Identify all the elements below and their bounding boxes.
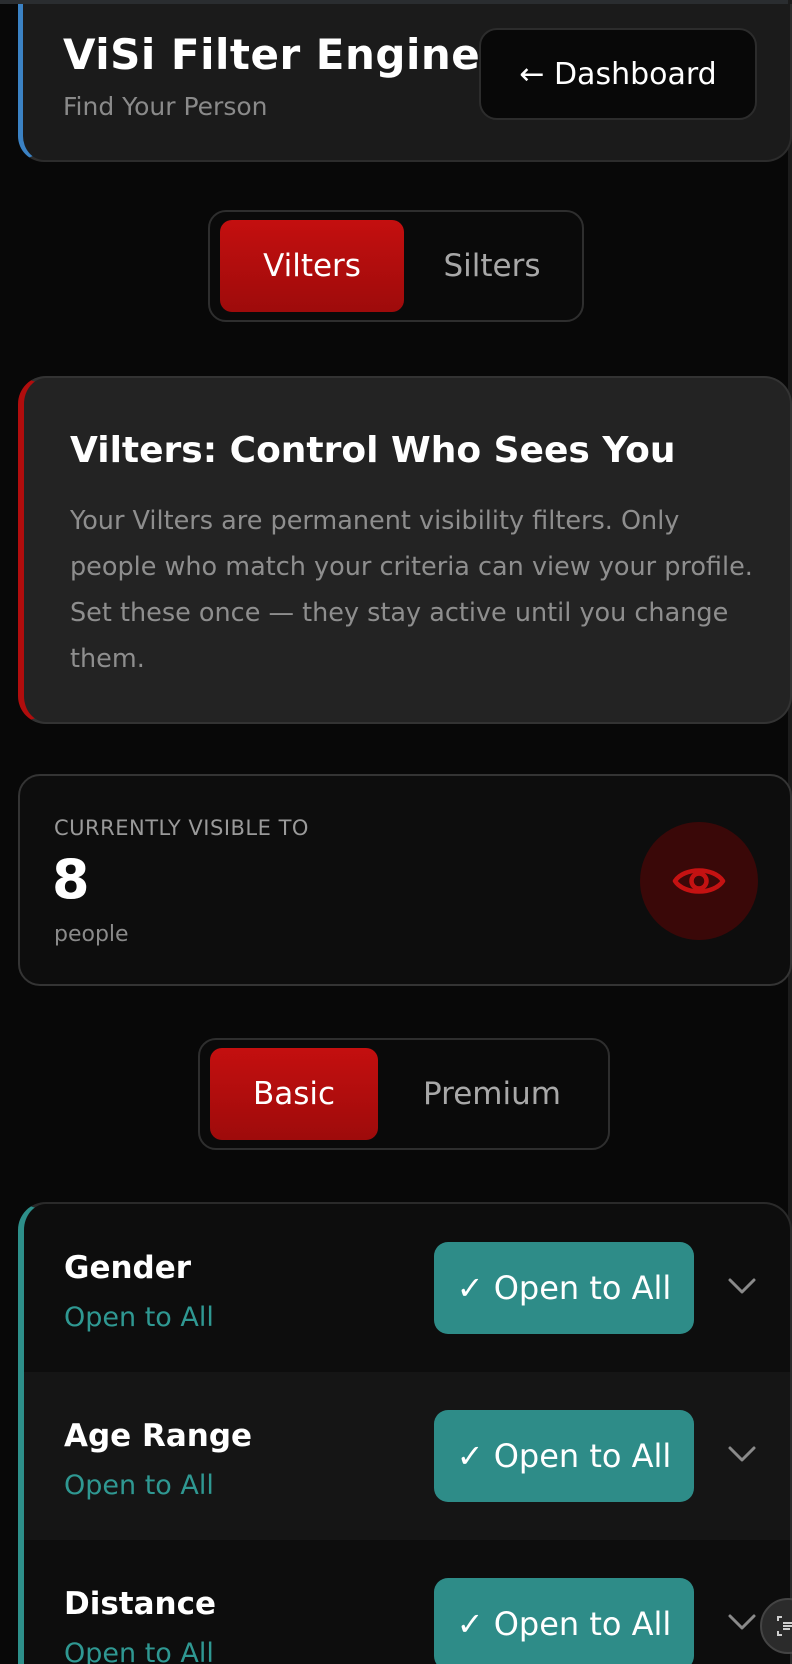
dashboard-button[interactable]: ← Dashboard [479,28,757,120]
info-title: Vilters: Control Who Sees You [70,430,676,471]
tab-vilters[interactable]: Vilters [220,220,404,312]
filter-title: Distance [64,1586,217,1622]
app-title: ViSi Filter Engine [63,30,481,79]
open-to-all-button[interactable]: ✓ Open to All [434,1242,694,1334]
mode-toggle: Vilters Silters [208,210,584,322]
app-subtitle: Find Your Person [63,92,268,121]
open-to-all-button[interactable]: ✓ Open to All [434,1578,694,1664]
list-icon [777,1616,792,1636]
filter-value: Open to All [64,1470,214,1501]
chevron-down-icon[interactable] [724,1436,760,1472]
chevron-down-icon[interactable] [724,1268,760,1304]
tab-silters[interactable]: Silters [406,220,578,312]
filter-row-gender: Gender Open to All ✓ Open to All [24,1204,790,1372]
filter-title: Age Range [64,1418,253,1454]
chevron-down-icon[interactable] [724,1604,760,1640]
eye-icon-glyph [672,868,726,894]
tab-basic[interactable]: Basic [210,1048,378,1140]
visibility-count: 8 [52,848,90,911]
vilters-info-card: Vilters: Control Who Sees You Your Vilte… [18,376,792,724]
filter-value: Open to All [64,1302,214,1333]
eye-icon[interactable] [640,822,758,940]
visibility-unit: people [54,922,129,947]
open-to-all-button[interactable]: ✓ Open to All [434,1410,694,1502]
visibility-card: CURRENTLY VISIBLE TO 8 people [18,774,792,986]
tab-premium[interactable]: Premium [380,1048,604,1140]
tier-toggle: Basic Premium [198,1038,610,1150]
filter-title: Gender [64,1250,192,1286]
filters-list: Gender Open to All ✓ Open to All Age Ran… [18,1202,792,1664]
filter-value: Open to All [64,1638,214,1664]
filter-row-distance: Distance Open to All ✓ Open to All [24,1540,790,1664]
filter-row-age-range: Age Range Open to All ✓ Open to All [24,1372,790,1540]
header-card: ViSi Filter Engine Find Your Person ← Da… [18,4,792,162]
visibility-label: CURRENTLY VISIBLE TO [54,816,309,840]
info-description: Your Vilters are permanent visibility fi… [70,506,753,674]
